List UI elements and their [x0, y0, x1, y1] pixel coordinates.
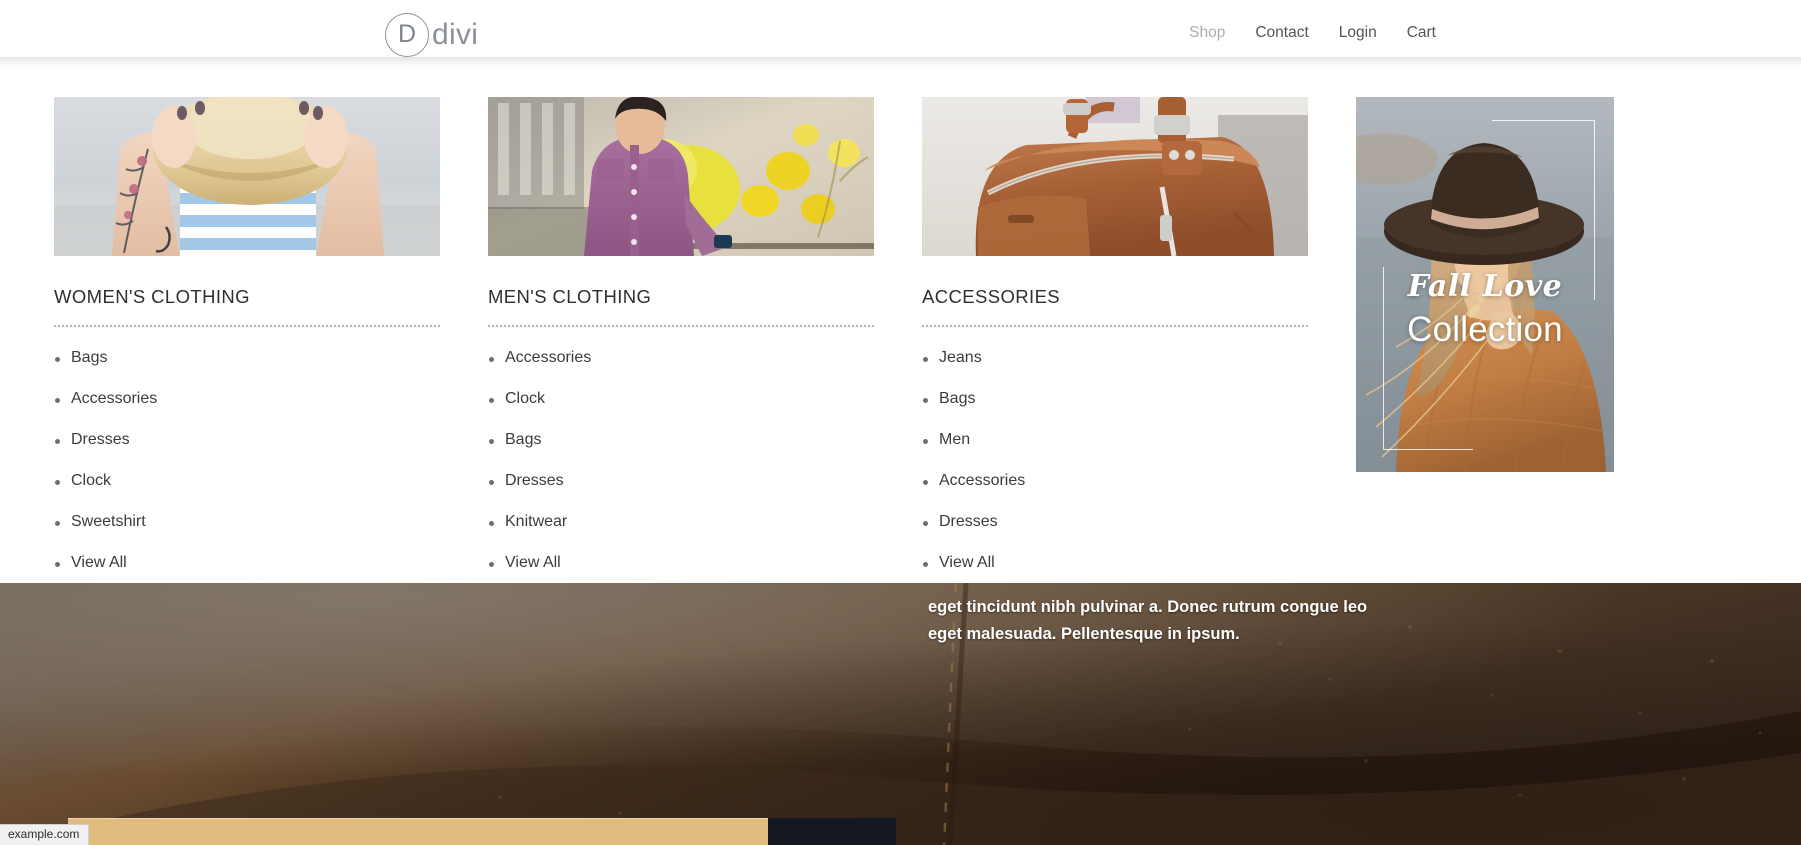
mens-clothing-photo	[488, 97, 874, 256]
page-root: D divi Shop Contact Login Cart WOMEN'S C…	[0, 0, 1801, 845]
womens-clothing-photo	[54, 97, 440, 256]
list-item[interactable]: Knitwear	[488, 513, 874, 531]
secondary-cta-button[interactable]	[768, 818, 896, 845]
category-links-accessories: Jeans Bags Men Accessories Dresses View …	[922, 349, 1308, 572]
mega-column-mens: MEN'S CLOTHING Accessories Clock Bags Dr…	[488, 97, 874, 583]
list-item[interactable]: Bags	[54, 349, 440, 367]
hero-cta-row	[68, 818, 896, 845]
nav-item-contact[interactable]: Contact	[1255, 24, 1308, 42]
mega-column-accessories: ACCESSORIES Jeans Bags Men Accessories D…	[922, 97, 1308, 583]
nav-item-login[interactable]: Login	[1339, 24, 1377, 42]
mega-menu-columns: WOMEN'S CLOTHING Bags Accessories Dresse…	[54, 97, 1620, 583]
category-divider	[488, 325, 874, 327]
list-item[interactable]: Accessories	[922, 472, 1308, 490]
category-links-womens: Bags Accessories Dresses Clock Sweetshir…	[54, 349, 440, 572]
list-item-view-all[interactable]: View All	[54, 554, 440, 572]
hero-section: eget tincidunt nibh pulvinar a. Donec ru…	[0, 583, 1801, 845]
list-item[interactable]: Dresses	[922, 513, 1308, 531]
category-thumbnail-mens[interactable]	[488, 97, 874, 256]
accessories-photo	[922, 97, 1308, 256]
category-title-mens: MEN'S CLOTHING	[488, 286, 652, 307]
primary-cta-button[interactable]	[68, 818, 768, 845]
nav-item-shop[interactable]: Shop	[1189, 24, 1225, 42]
list-item[interactable]: Accessories	[488, 349, 874, 367]
hero-leather-background	[0, 583, 1801, 845]
category-divider	[922, 325, 1308, 327]
hero-paragraph: eget tincidunt nibh pulvinar a. Donec ru…	[928, 598, 1368, 643]
category-thumbnail-accessories[interactable]	[922, 97, 1308, 256]
site-header: D divi Shop Contact Login Cart	[0, 0, 1801, 57]
browser-status-bar: example.com	[0, 823, 90, 845]
list-item[interactable]: Men	[922, 431, 1308, 449]
category-links-mens: Accessories Clock Bags Dresses Knitwear …	[488, 349, 874, 572]
list-item[interactable]: Jeans	[922, 349, 1308, 367]
list-item-view-all[interactable]: View All	[922, 554, 1308, 572]
list-item[interactable]: Dresses	[54, 431, 440, 449]
mega-menu-panel: WOMEN'S CLOTHING Bags Accessories Dresse…	[0, 57, 1801, 583]
list-item[interactable]: Bags	[488, 431, 874, 449]
list-item[interactable]: Clock	[488, 390, 874, 408]
list-item[interactable]: Sweetshirt	[54, 513, 440, 531]
list-item[interactable]: Accessories	[54, 390, 440, 408]
list-item[interactable]: Bags	[922, 390, 1308, 408]
category-title-accessories: ACCESSORIES	[922, 286, 1061, 307]
category-title-womens: WOMEN'S CLOTHING	[54, 286, 250, 307]
promo-background-photo	[1356, 97, 1614, 472]
divi-circle-logo-icon: D	[385, 13, 429, 57]
main-navigation: Shop Contact Login Cart	[1189, 24, 1801, 42]
nav-item-cart[interactable]: Cart	[1407, 24, 1436, 42]
site-logo[interactable]: D divi	[385, 13, 478, 57]
logo-wordmark: divi	[432, 18, 479, 51]
category-thumbnail-womens[interactable]	[54, 97, 440, 256]
category-divider	[54, 325, 440, 327]
list-item[interactable]: Clock	[54, 472, 440, 490]
mega-column-womens: WOMEN'S CLOTHING Bags Accessories Dresse…	[54, 97, 440, 583]
promo-card-fall-collection[interactable]: Fall Love Collection	[1356, 97, 1614, 472]
list-item[interactable]: Dresses	[488, 472, 874, 490]
list-item-view-all[interactable]: View All	[488, 554, 874, 572]
